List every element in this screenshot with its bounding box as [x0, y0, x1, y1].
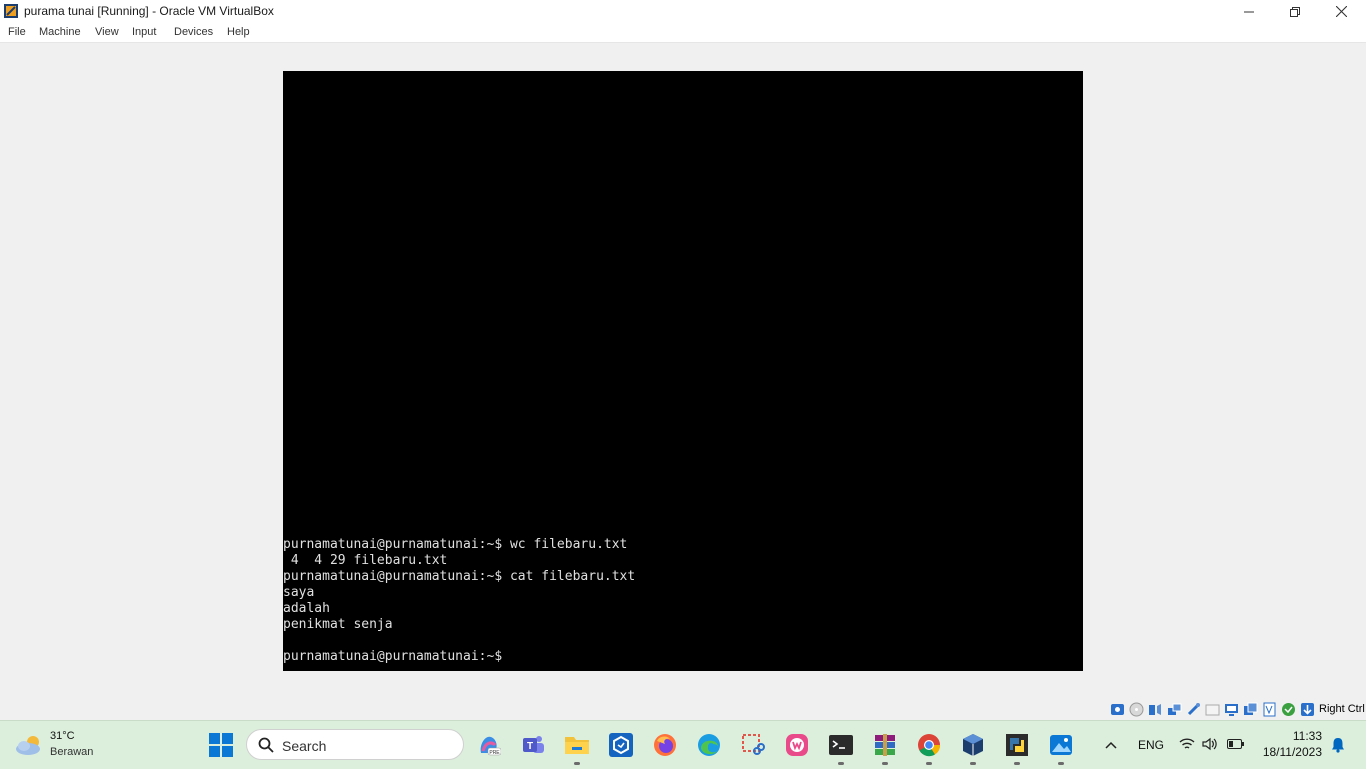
edge-icon [698, 734, 720, 756]
snipping-tool-icon [742, 734, 765, 755]
virtualbox-icon [963, 734, 983, 756]
snipping-tool-app[interactable] [737, 729, 769, 761]
menu-view[interactable]: View [95, 26, 119, 38]
menu-file[interactable]: File [8, 26, 26, 38]
devtools-app[interactable] [605, 729, 637, 761]
shared-folders-icon[interactable] [1205, 702, 1220, 717]
taskbar-search[interactable]: Search [246, 729, 464, 760]
keyboard-capture-icon[interactable] [1300, 702, 1315, 717]
window-title: purama tunai [Running] - Oracle VM Virtu… [24, 4, 274, 18]
optical-drive-icon[interactable] [1129, 702, 1144, 717]
mouse-integration-icon[interactable] [1281, 702, 1296, 717]
close-icon [1335, 6, 1347, 17]
search-icon [258, 737, 274, 753]
menu-machine[interactable]: Machine [39, 26, 81, 38]
weather-temperature: 31°C [50, 730, 75, 742]
taskbar: 31°C Berawan Search PRE T ENG 11:33 18/1… [0, 720, 1366, 769]
terminal-output: purnamatunai@purnamatunai:~$ wc filebaru… [283, 537, 1083, 665]
firefox-app[interactable] [649, 729, 681, 761]
search-placeholder: Search [282, 738, 327, 754]
teams-icon: T [523, 736, 544, 753]
running-indicator [926, 762, 932, 765]
running-indicator [1058, 762, 1064, 765]
menu-help[interactable]: Help [227, 26, 250, 38]
windows-logo-icon [209, 733, 233, 757]
chrome-app[interactable] [913, 729, 945, 765]
cpu-icon[interactable] [1262, 702, 1277, 717]
weather-widget[interactable]: 31°C Berawan [14, 728, 124, 762]
virtualbox-app[interactable] [957, 729, 989, 765]
terminal-line: adalah [283, 601, 330, 616]
restore-button[interactable] [1272, 0, 1318, 23]
winrar-app[interactable] [869, 729, 901, 765]
teams-app[interactable]: T [517, 729, 549, 761]
firefox-icon [654, 734, 676, 756]
photos-app[interactable] [1045, 729, 1077, 765]
photos-icon [1050, 735, 1072, 755]
terminal-line: 4 4 29 filebaru.txt [283, 553, 448, 568]
start-button[interactable] [205, 729, 237, 761]
svg-text:T: T [527, 741, 533, 752]
restore-icon [1290, 6, 1300, 17]
terminal-app[interactable] [825, 729, 857, 765]
terminal-prompt: purnamatunai@purnamatunai:~$ [283, 649, 503, 664]
devtools-icon [609, 733, 633, 757]
wps-office-icon [786, 734, 808, 756]
python-icon [1006, 734, 1028, 756]
menu-input[interactable]: Input [132, 26, 156, 38]
hard-disk-icon[interactable] [1110, 702, 1125, 717]
chrome-icon [918, 734, 941, 757]
running-indicator [1014, 762, 1020, 765]
language-indicator[interactable]: ENG [1138, 738, 1164, 752]
audio-icon[interactable] [1148, 702, 1163, 717]
close-button[interactable] [1318, 0, 1364, 23]
notification-bell-icon[interactable] [1330, 737, 1346, 753]
winrar-icon [875, 734, 895, 756]
show-hidden-icons-button[interactable] [1096, 729, 1126, 761]
copilot-icon: PRE [480, 736, 501, 756]
battery-icon[interactable] [1227, 738, 1245, 750]
volume-icon[interactable] [1202, 737, 1218, 751]
terminal-line: saya [283, 585, 315, 600]
copilot-app[interactable]: PRE [473, 729, 505, 761]
svg-text:PRE: PRE [489, 750, 500, 756]
virtualbox-icon [4, 4, 18, 18]
chevron-up-icon [1105, 741, 1117, 749]
running-indicator [838, 762, 844, 765]
clock-date: 18/11/2023 [1262, 745, 1322, 759]
wps-office-app[interactable] [781, 729, 813, 761]
vm-statusbar [0, 700, 1366, 720]
cloudy-weather-icon [16, 736, 40, 755]
file-explorer-app[interactable] [561, 729, 593, 765]
minimize-button[interactable] [1226, 0, 1272, 23]
menubar: File Machine View Input Devices Help [0, 23, 1366, 43]
terminal-icon [829, 735, 853, 755]
display-icon[interactable] [1224, 702, 1239, 717]
terminal-line: purnamatunai@purnamatunai:~$ wc filebaru… [283, 537, 628, 552]
terminal-line: purnamatunai@purnamatunai:~$ cat filebar… [283, 569, 636, 584]
usb-icon[interactable] [1186, 702, 1201, 717]
edge-app[interactable] [693, 729, 725, 761]
network-icon[interactable] [1167, 702, 1182, 717]
running-indicator [574, 762, 580, 765]
minimize-icon [1244, 11, 1254, 12]
window-titlebar[interactable]: purama tunai [Running] - Oracle VM Virtu… [0, 0, 1366, 23]
running-indicator [970, 762, 976, 765]
running-indicator [882, 762, 888, 765]
wifi-icon[interactable] [1179, 737, 1195, 751]
python-app[interactable] [1001, 729, 1033, 765]
file-explorer-icon [565, 737, 589, 754]
vm-display[interactable]: purnamatunai@purnamatunai:~$ wc filebaru… [283, 71, 1083, 671]
terminal-line: penikmat senja [283, 617, 393, 632]
clock[interactable]: 11:33 18/11/2023 [1256, 727, 1324, 763]
recording-icon[interactable] [1243, 702, 1258, 717]
clock-time: 11:33 [1292, 729, 1322, 743]
host-key-label: Right Ctrl [1319, 703, 1365, 715]
weather-description: Berawan [50, 746, 94, 758]
menu-devices[interactable]: Devices [174, 26, 213, 38]
